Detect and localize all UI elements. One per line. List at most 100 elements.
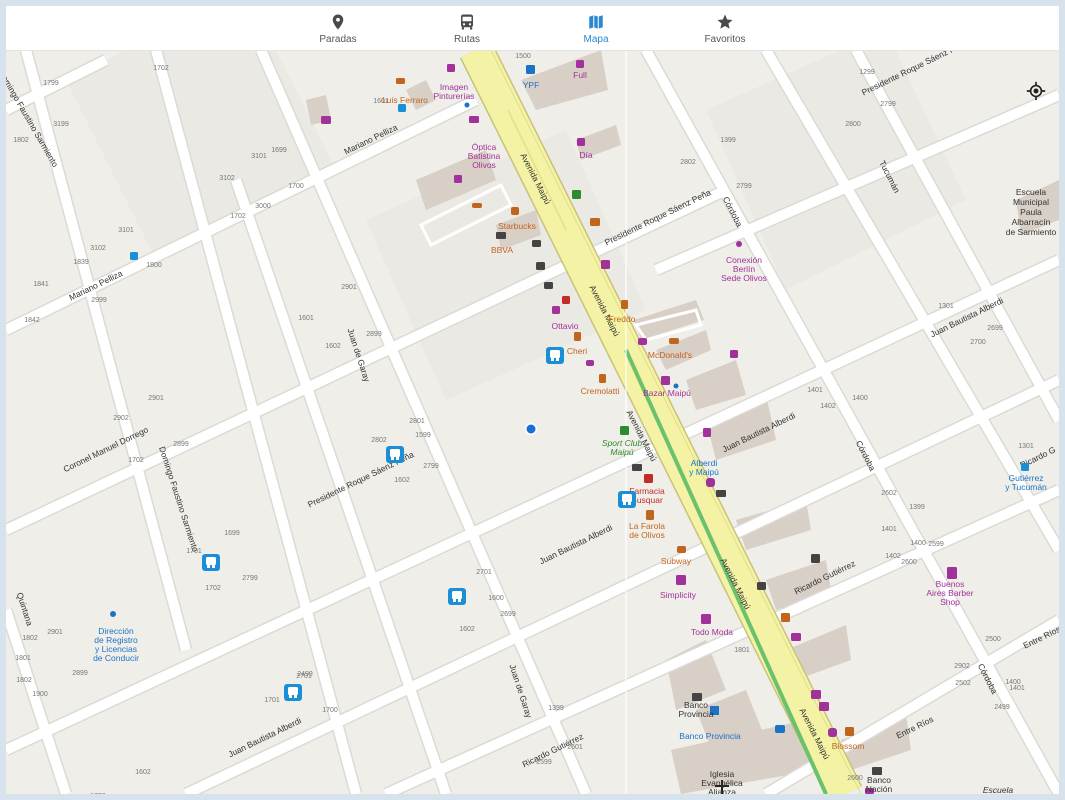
house-number: 1702: [205, 585, 221, 592]
tab-label: Favoritos: [704, 34, 746, 45]
house-number: 2799: [242, 575, 258, 582]
tab-rutas[interactable]: Rutas: [412, 10, 522, 48]
bus-stop-marker[interactable]: [618, 491, 636, 508]
bank-icon: [496, 232, 506, 239]
bus-stop-small-icon: [130, 252, 138, 260]
house-number: 1702: [153, 65, 169, 72]
house-number: 1799: [43, 80, 59, 87]
house-number: 1400: [910, 540, 926, 547]
poi-gutierrez-tucuman[interactable]: Gutiérrez y Tucumán: [1005, 473, 1047, 492]
house-number: 1802: [16, 677, 32, 684]
map-canvas[interactable]: .poi { font-size: 8.5px; font-family: "L…: [6, 50, 1059, 794]
house-number: 1802: [13, 137, 29, 144]
poi-blossom: Blossom: [832, 741, 865, 751]
poi-optica[interactable]: Óptica Batistina Olivos: [468, 142, 501, 170]
house-number: 2902: [113, 415, 129, 422]
house-number: 2699: [987, 325, 1003, 332]
poi-ottavio: Ottavio: [552, 321, 579, 331]
poi-banco-nacion[interactable]: Banco Nación: [866, 775, 893, 794]
bus-icon: [461, 14, 473, 30]
house-number: 1699: [271, 147, 287, 154]
fast-food-icon: [669, 338, 679, 344]
poi-simplicity: Simplicity: [660, 590, 697, 600]
house-number: 1599: [415, 432, 431, 439]
house-number: 1700: [288, 183, 304, 190]
house-number: 2602: [881, 490, 897, 497]
clothes-icon: [676, 575, 686, 585]
poi-bazar-maipu: Bazar Maipú: [643, 388, 691, 398]
tab-favoritos[interactable]: Favoritos: [670, 10, 780, 48]
tab-paradas[interactable]: Paradas: [283, 10, 393, 48]
house-number: 1601: [298, 315, 314, 322]
bank-icon: [536, 262, 545, 270]
bus-stop-small-icon: [398, 104, 406, 112]
house-number: 1402: [820, 403, 836, 410]
poi-cheri: Cheri: [567, 346, 587, 356]
house-number: 1700: [322, 707, 338, 714]
poi-cremolatti: Cremolatti: [581, 386, 620, 396]
house-number: 1400: [1005, 679, 1021, 686]
bus-stop-small-icon: [1021, 463, 1029, 471]
house-number: 2701: [476, 569, 492, 576]
pet-icon: [706, 478, 715, 487]
house-number: 1400: [852, 395, 868, 402]
sport-icon: [620, 426, 629, 435]
house-number: 2999: [91, 297, 107, 304]
house-number: 2600: [847, 775, 863, 782]
house-number: 2801: [409, 418, 425, 425]
taxi-icon: [775, 725, 785, 733]
poi-direccion-registro[interactable]: Dirección de Registro y Licencias de Conduc…: [93, 626, 139, 663]
fast-food-icon: [781, 613, 790, 622]
bus-stop-marker[interactable]: [202, 554, 220, 571]
house-number: 2901: [148, 395, 164, 402]
house-number: 1600: [488, 595, 504, 602]
bus-stop-marker[interactable]: [546, 347, 564, 364]
house-number: 2899: [366, 331, 382, 338]
coffee-icon: [511, 207, 519, 215]
clothes-icon: [701, 614, 711, 624]
house-number: 1401: [881, 526, 897, 533]
house-number: 1801: [15, 655, 31, 662]
atm-icon: [544, 282, 553, 289]
shop-icon: [811, 690, 821, 699]
poi-bbva: BBVA: [491, 245, 513, 255]
tab-mapa[interactable]: Mapa: [541, 10, 651, 48]
ice-cream-icon: [599, 374, 606, 383]
education-icon: [736, 241, 742, 247]
house-number: 2700: [970, 339, 986, 346]
government-icon: [110, 611, 116, 617]
poi-la-farola[interactable]: La Farola de Olivos: [629, 521, 665, 540]
bus-stop-marker[interactable]: [448, 588, 466, 605]
bus-stop-marker[interactable]: [386, 446, 404, 463]
house-number: 2500: [985, 636, 1001, 643]
bus-stop-marker[interactable]: [284, 684, 302, 701]
dot-icon: [464, 102, 470, 108]
bank-icon: [532, 240, 541, 247]
house-number: 3199: [53, 121, 69, 128]
poi-alberdi-maipu[interactable]: Alberdi y Maipú: [689, 458, 719, 477]
pharmacy-icon: [562, 296, 570, 304]
locate-button[interactable]: [1021, 76, 1051, 106]
ice-cream-icon: [621, 300, 628, 309]
fuel-icon: [526, 65, 535, 74]
house-number: 1801: [734, 647, 750, 654]
poi-estacionamiento: Banco Provincia: [679, 731, 741, 741]
house-number: 2800: [845, 121, 861, 128]
poi-full: Full: [573, 70, 587, 80]
barber-icon: [947, 569, 957, 579]
shop-icon: [661, 376, 670, 385]
gift-icon: [828, 728, 837, 737]
house-number: 2901: [341, 284, 357, 291]
house-number: 2499: [994, 704, 1010, 711]
shop-icon: [757, 582, 766, 590]
current-location-marker: [525, 423, 537, 435]
house-number: 2799: [736, 183, 752, 190]
poi-freddo: Freddo: [609, 314, 636, 324]
post-office-icon: [716, 490, 726, 497]
poi-subway: Subway: [661, 556, 692, 566]
house-number: 1701: [186, 548, 202, 555]
shop-icon: [819, 702, 829, 711]
house-number: 1301: [938, 303, 954, 310]
map-icon: [589, 15, 603, 29]
tab-label: Rutas: [453, 34, 481, 45]
